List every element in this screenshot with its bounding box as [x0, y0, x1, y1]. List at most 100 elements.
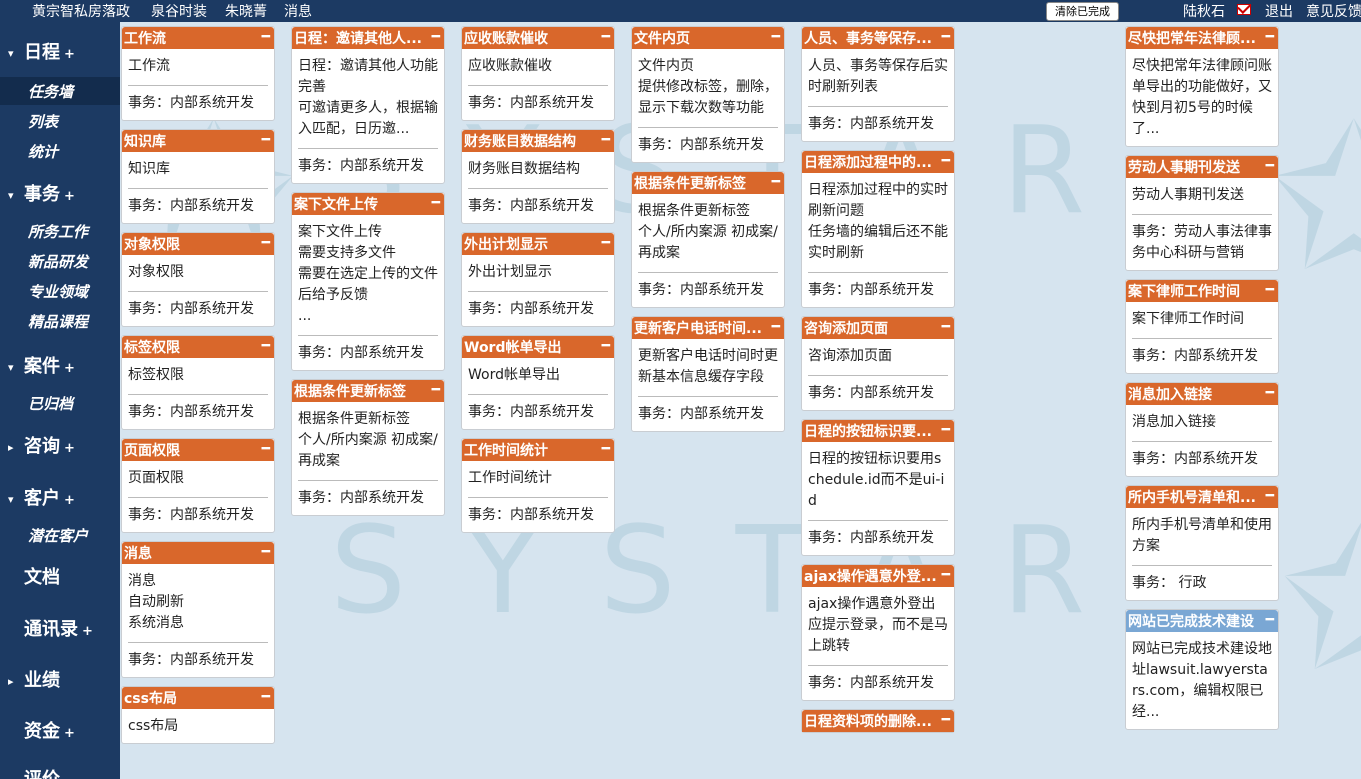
top-link-2[interactable]: 泉谷时装 [151, 1, 207, 21]
add-icon[interactable]: + [64, 726, 75, 741]
minimize-icon[interactable]: ━ [602, 132, 610, 148]
task-card-title[interactable]: 日程资料项的删除... ━ [802, 710, 954, 732]
feedback-link[interactable]: 意见反馈 [1306, 1, 1361, 21]
messages-link[interactable]: 消息 [284, 1, 312, 21]
task-card-title[interactable]: 尽快把常年法律顾... ━ [1126, 27, 1278, 49]
task-card-title[interactable]: 应收账款催收 ━ [462, 27, 614, 49]
task-card[interactable]: 根据条件更新标签 ━ 根据条件更新标签 个人/所内案源 初成案/再成案 事务：内部系统… [631, 171, 785, 308]
sidebar-item-0-1[interactable]: 列表 [28, 111, 58, 132]
sidebar-item-1-3[interactable]: 精品课程 [28, 311, 88, 332]
minimize-icon[interactable]: ━ [262, 235, 270, 251]
task-card-title[interactable]: 更新客户电话时间... ━ [632, 317, 784, 339]
minimize-icon[interactable]: ━ [602, 338, 610, 354]
minimize-icon[interactable]: ━ [772, 174, 780, 190]
add-icon[interactable]: + [64, 189, 75, 204]
task-card-title[interactable]: 知识库 ━ [122, 130, 274, 152]
minimize-icon[interactable]: ━ [772, 29, 780, 45]
task-card-title[interactable]: 消息 ━ [122, 542, 274, 564]
task-card[interactable]: 标签权限 ━ 标签权限 事务：内部系统开发 [121, 335, 275, 430]
task-card-title[interactable]: 文件内页 ━ [632, 27, 784, 49]
sidebar-section-2[interactable]: ▾ 案件 + [8, 352, 75, 378]
add-icon[interactable]: + [64, 47, 75, 62]
task-card-title[interactable]: 财务账目数据结构 ━ [462, 130, 614, 152]
task-card[interactable]: 应收账款催收 ━ 应收账款催收 事务：内部系统开发 [461, 26, 615, 121]
task-card-title[interactable]: 对象权限 ━ [122, 233, 274, 255]
task-card-title[interactable]: 案下文件上传 ━ [292, 193, 444, 215]
task-card-title[interactable]: 人员、事务等保存... ━ [802, 27, 954, 49]
minimize-icon[interactable]: ━ [1266, 385, 1274, 401]
minimize-icon[interactable]: ━ [602, 441, 610, 457]
task-card[interactable]: 财务账目数据结构 ━ 财务账目数据结构 事务：内部系统开发 [461, 129, 615, 224]
task-card[interactable]: 日程资料项的删除... ━ [801, 709, 955, 733]
sidebar-section-3[interactable]: ▸ 咨询 + [8, 432, 75, 458]
clear-completed-button[interactable]: 清除已完成 [1046, 2, 1119, 21]
task-card-title[interactable]: 日程的按钮标识要... ━ [802, 420, 954, 442]
logout-link[interactable]: 退出 [1265, 1, 1293, 21]
minimize-icon[interactable]: ━ [942, 422, 950, 438]
minimize-icon[interactable]: ━ [942, 153, 950, 169]
task-card[interactable]: 文件内页 ━ 文件内页 提供修改标签，删除，显示下载次数等功能 事务：内部系统开发 [631, 26, 785, 163]
minimize-icon[interactable]: ━ [262, 338, 270, 354]
minimize-icon[interactable]: ━ [942, 319, 950, 335]
minimize-icon[interactable]: ━ [432, 195, 440, 211]
sidebar-section-6[interactable]: 通讯录 + [8, 615, 93, 641]
task-card[interactable]: 工作流 ━ 工作流 事务：内部系统开发 [121, 26, 275, 121]
minimize-icon[interactable]: ━ [1266, 612, 1274, 628]
task-card-title[interactable]: 案下律师工作时间 ━ [1126, 280, 1278, 302]
task-card[interactable]: 更新客户电话时间... ━ 更新客户电话时间时更新基本信息缓存字段 事务：内部系统开发 [631, 316, 785, 432]
sidebar-section-4[interactable]: ▾ 客户 + [8, 484, 75, 510]
task-card-title[interactable]: 页面权限 ━ [122, 439, 274, 461]
task-card-title[interactable]: 网站已完成技术建设 ━ [1126, 610, 1278, 632]
minimize-icon[interactable]: ━ [1266, 29, 1274, 45]
sidebar-item-1-1[interactable]: 新品研发 [28, 251, 88, 272]
minimize-icon[interactable]: ━ [1266, 158, 1274, 174]
user-name[interactable]: 陆秋石 [1183, 1, 1225, 21]
sidebar-item-0-2[interactable]: 统计 [28, 141, 58, 162]
minimize-icon[interactable]: ━ [1266, 488, 1274, 504]
task-card[interactable]: 日程添加过程中的... ━ 日程添加过程中的实时刷新问题 任务墙的编辑后还不能实时刷… [801, 150, 955, 308]
sidebar-item-1-2[interactable]: 专业领域 [28, 281, 88, 302]
task-card[interactable]: 人员、事务等保存... ━ 人员、事务等保存后实时刷新列表 事务：内部系统开发 [801, 26, 955, 142]
minimize-icon[interactable]: ━ [432, 29, 440, 45]
task-card-title[interactable]: 日程添加过程中的... ━ [802, 151, 954, 173]
sidebar-item-0-0[interactable]: 任务墙 [28, 81, 73, 102]
sidebar-item-4-0[interactable]: 潜在客户 [28, 525, 88, 546]
task-card[interactable]: 咨询添加页面 ━ 咨询添加页面 事务：内部系统开发 [801, 316, 955, 411]
task-card[interactable]: 尽快把常年法律顾... ━ 尽快把常年法律顾问账单导出的功能做好，又快到月初5号的时… [1125, 26, 1279, 147]
minimize-icon[interactable]: ━ [942, 29, 950, 45]
add-icon[interactable]: + [64, 441, 75, 456]
task-card[interactable]: 消息 ━ 消息 自动刷新 系统消息 事务：内部系统开发 [121, 541, 275, 678]
task-card-title[interactable]: 根据条件更新标签 ━ [632, 172, 784, 194]
task-card[interactable]: css布局 ━ css布局 [121, 686, 275, 744]
minimize-icon[interactable]: ━ [262, 441, 270, 457]
minimize-icon[interactable]: ━ [602, 235, 610, 251]
task-card-title[interactable]: 咨询添加页面 ━ [802, 317, 954, 339]
task-card[interactable]: 劳动人事期刊发送 ━ 劳动人事期刊发送 事务：劳动人事法律事务中心科研与营销 [1125, 155, 1279, 271]
task-card[interactable]: 日程：邀请其他人... ━ 日程：邀请其他人功能完善 可邀请更多人，根据输入匹配，日… [291, 26, 445, 184]
task-card[interactable]: 案下文件上传 ━ 案下文件上传 需要支持多文件 需要在选定上传的文件后给予反馈 ..… [291, 192, 445, 371]
minimize-icon[interactable]: ━ [942, 567, 950, 583]
minimize-icon[interactable]: ━ [942, 712, 950, 728]
minimize-icon[interactable]: ━ [432, 382, 440, 398]
minimize-icon[interactable]: ━ [262, 29, 270, 45]
task-card[interactable]: Word帐单导出 ━ Word帐单导出 事务：内部系统开发 [461, 335, 615, 430]
top-link-1[interactable]: 黄宗智私房落政 [32, 1, 130, 21]
sidebar-section-9[interactable]: 评价 [8, 765, 60, 779]
task-card[interactable]: 页面权限 ━ 页面权限 事务：内部系统开发 [121, 438, 275, 533]
minimize-icon[interactable]: ━ [1266, 282, 1274, 298]
minimize-icon[interactable]: ━ [602, 29, 610, 45]
sidebar-section-5[interactable]: 文档 [8, 563, 60, 589]
add-icon[interactable]: + [82, 624, 93, 639]
task-card-title[interactable]: 外出计划显示 ━ [462, 233, 614, 255]
task-card[interactable]: ajax操作遇意外登... ━ ajax操作遇意外登出应提示登录，而不是马上跳转 事务… [801, 564, 955, 701]
minimize-icon[interactable]: ━ [262, 544, 270, 560]
minimize-icon[interactable]: ━ [262, 689, 270, 705]
task-card[interactable]: 外出计划显示 ━ 外出计划显示 事务：内部系统开发 [461, 232, 615, 327]
task-card-title[interactable]: 工作时间统计 ━ [462, 439, 614, 461]
task-card[interactable]: 消息加入链接 ━ 消息加入链接 事务：内部系统开发 [1125, 382, 1279, 477]
top-link-3[interactable]: 朱晓菁 [225, 1, 267, 21]
sidebar-item-1-0[interactable]: 所务工作 [28, 221, 88, 242]
sidebar-section-7[interactable]: ▸ 业绩 [8, 666, 60, 692]
mail-icon[interactable] [1237, 4, 1251, 15]
task-card-title[interactable]: 劳动人事期刊发送 ━ [1126, 156, 1278, 178]
